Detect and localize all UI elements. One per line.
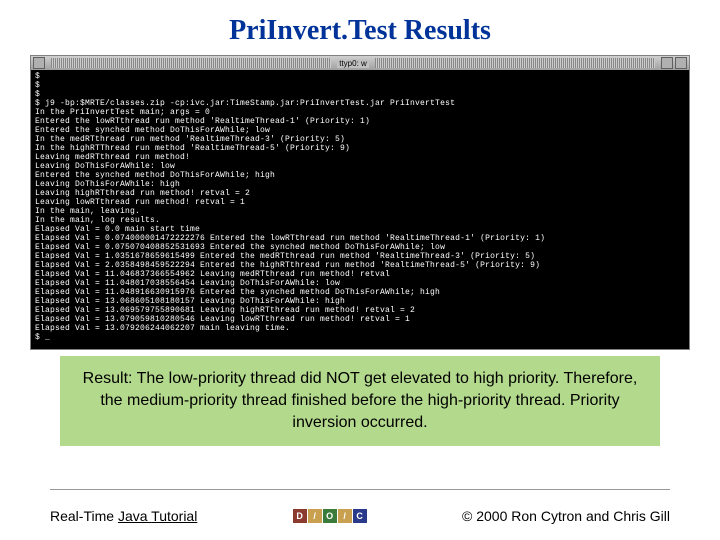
logo-letter-d: D (293, 509, 307, 523)
titlebar-texture-right (375, 58, 655, 68)
slide-title: PriInvert.Test Results (0, 0, 720, 55)
doc-logo: D / O / C (293, 509, 367, 523)
logo-slash-1: / (308, 509, 322, 523)
logo-letter-c: C (353, 509, 367, 523)
footer-text-prefix: Real-Time (50, 508, 118, 524)
footer-text-tutorial: Tutorial (151, 508, 197, 524)
footer-link-java[interactable]: Java (118, 508, 151, 524)
footer-divider (50, 489, 670, 490)
terminal-output: $ $ $ $ j9 -bp:$MRTE/classes.zip -cp:ivc… (31, 70, 689, 349)
footer-credits: 2000 Ron Cytron and Chris Gill (476, 508, 670, 524)
window-button-min[interactable] (661, 57, 673, 69)
window-button-left[interactable] (33, 57, 45, 69)
copyright-symbol: © (462, 508, 472, 524)
result-callout: Result: The low-priority thread did NOT … (60, 356, 660, 446)
terminal-window: ttyp0: w $ $ $ $ j9 -bp:$MRTE/classes.zi… (30, 55, 690, 350)
window-title: ttyp0: w (337, 59, 369, 68)
window-button-max[interactable] (675, 57, 687, 69)
footer-right: © 2000 Ron Cytron and Chris Gill (462, 508, 670, 524)
slide-footer: Real-Time Java Tutorial D / O / C © 2000… (50, 508, 670, 524)
titlebar-texture-left (51, 58, 331, 68)
footer-left: Real-Time Java Tutorial (50, 508, 197, 524)
logo-slash-2: / (338, 509, 352, 523)
logo-letter-o: O (323, 509, 337, 523)
window-titlebar: ttyp0: w (31, 56, 689, 70)
